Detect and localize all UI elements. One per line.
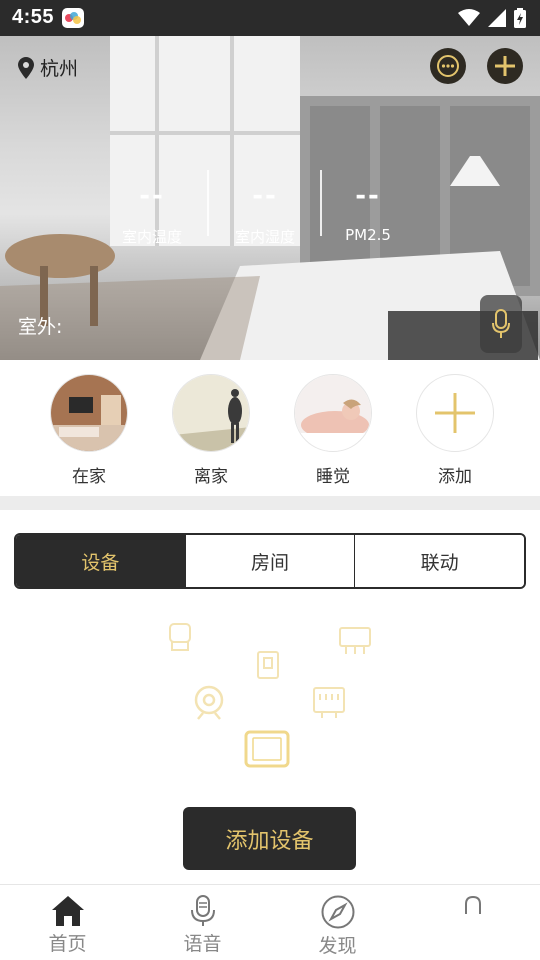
status-time: 4:55 — [12, 6, 55, 28]
voice-button[interactable] — [480, 295, 522, 353]
nav-label: 首页 — [48, 933, 87, 955]
metric-label: 室内温度 — [121, 228, 182, 246]
microphone-icon — [190, 895, 215, 926]
battery-icon — [514, 8, 526, 28]
section-divider — [0, 496, 540, 510]
plus-icon — [435, 393, 475, 433]
wifi-icon — [458, 9, 480, 26]
segment-tabs: 设备 房间 联动 — [14, 533, 526, 589]
location-pin-icon — [18, 56, 34, 79]
scene-away[interactable]: 离家 — [150, 360, 272, 496]
scene-add-circle — [416, 374, 494, 452]
message-button[interactable] — [430, 48, 466, 84]
nav-item-profile[interactable] — [405, 885, 540, 960]
status-bar: 4:55 — [0, 0, 540, 36]
switch-device-icon — [257, 651, 279, 679]
scene-label: 添加 — [438, 467, 472, 487]
add-button[interactable] — [487, 48, 523, 84]
metric-indoor-humidity: -- 室内湿度 — [210, 176, 320, 247]
tab-automation[interactable]: 联动 — [354, 535, 524, 587]
scene-at-home[interactable]: 在家 — [28, 360, 150, 496]
scene-away-image — [172, 374, 250, 452]
app-notification-icon — [62, 8, 84, 28]
home-icon — [51, 896, 84, 926]
metric-value: -- — [355, 181, 381, 211]
lamp-device-icon — [169, 623, 191, 651]
tablet-device-icon — [244, 730, 290, 768]
empty-devices-illustration — [169, 623, 371, 768]
scene-label: 在家 — [72, 467, 106, 487]
air-conditioner-icon — [339, 627, 371, 654]
bottom-navigation: 首页 语音 发现 — [0, 884, 540, 960]
metric-indoor-temperature: -- 室内温度 — [97, 176, 207, 247]
tab-devices[interactable]: 设备 — [16, 535, 185, 587]
location[interactable]: 杭州 — [18, 54, 78, 81]
heater-device-icon — [313, 687, 345, 718]
scene-at-home-image — [50, 374, 128, 452]
tab-rooms[interactable]: 房间 — [184, 535, 355, 587]
scene-list: 在家 离家 睡觉 添加 — [0, 360, 540, 496]
metric-value: -- — [139, 181, 165, 211]
plus-icon — [495, 56, 515, 76]
scene-label: 离家 — [194, 467, 228, 487]
scene-sleep-image — [294, 374, 372, 452]
scene-sleep[interactable]: 睡觉 — [272, 360, 394, 496]
profile-icon — [464, 895, 481, 914]
metric-divider — [207, 170, 209, 236]
nav-label: 语音 — [183, 933, 222, 955]
nav-item-voice[interactable]: 语音 — [135, 885, 270, 960]
nav-label: 发现 — [318, 935, 357, 957]
add-device-button[interactable]: 添加设备 — [183, 807, 356, 870]
compass-icon — [321, 895, 354, 929]
scene-label: 睡觉 — [316, 467, 350, 487]
scene-add[interactable]: 添加 — [394, 360, 516, 496]
metric-label: PM2.5 — [345, 226, 391, 244]
microphone-icon — [492, 309, 510, 338]
nav-item-home[interactable]: 首页 — [0, 885, 135, 960]
metric-label: 室内湿度 — [234, 228, 295, 246]
nav-item-discover[interactable]: 发现 — [270, 885, 405, 960]
outdoor-label: 室外: — [18, 316, 63, 338]
signal-icon — [488, 9, 506, 27]
city-name: 杭州 — [40, 58, 79, 80]
camera-device-icon — [194, 685, 224, 720]
chat-bubble-icon — [437, 55, 459, 77]
metric-value: -- — [252, 181, 278, 211]
hero-banner: 杭州 -- 室内温度 -- 室内湿度 -- PM2.5 室外: — [0, 36, 540, 360]
metric-pm25: -- PM2.5 — [313, 176, 423, 244]
